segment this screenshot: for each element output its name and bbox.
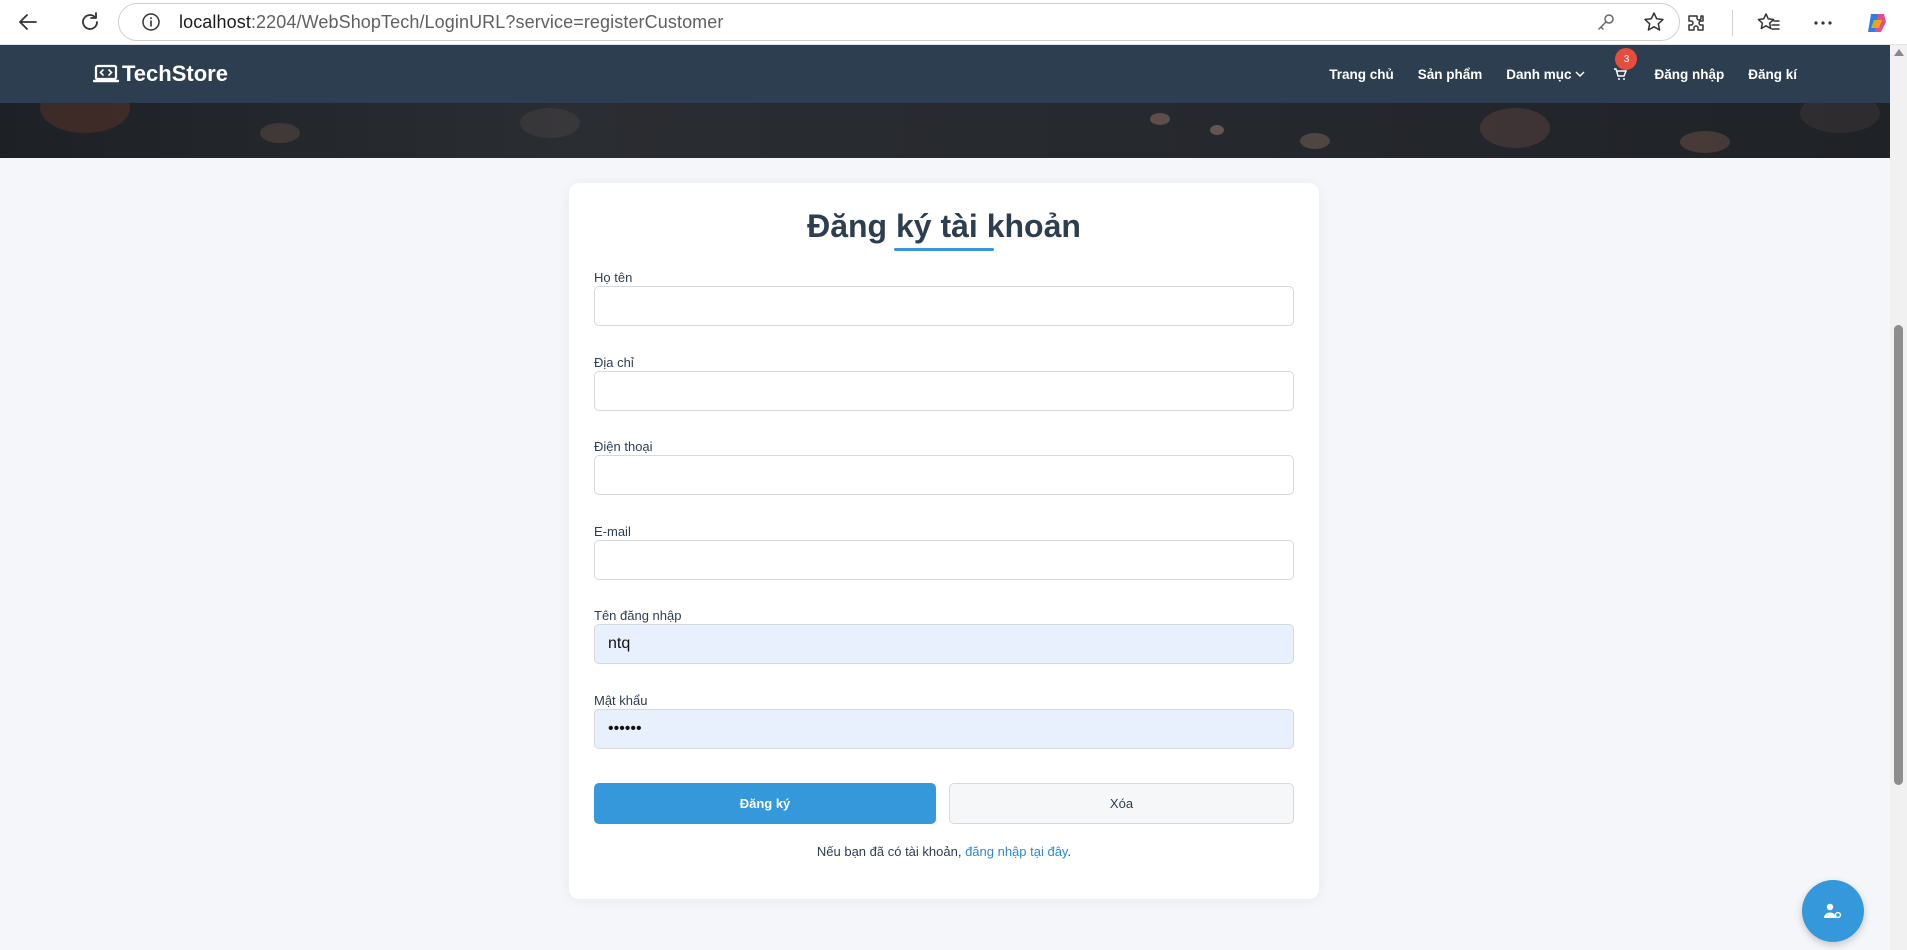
cart-count-badge: 3 [1615,48,1638,70]
extensions-icon[interactable] [1678,5,1714,41]
chevron-down-icon [1575,71,1586,78]
login-note-end: . [1067,844,1072,859]
hero-banner [0,103,1890,158]
password-label: Mật khẩu [594,693,648,708]
password-input[interactable] [594,709,1294,749]
address-input[interactable] [594,371,1294,411]
email-group: E-mail [594,524,1294,580]
username-group: Tên đăng nhập [594,608,1294,664]
brand-logo[interactable]: TechStore [93,61,228,87]
browser-toolbar: localhost:2204/WebShopTech/LoginURL?serv… [0,0,1907,45]
page-title: Đăng ký tài khoản [807,208,1081,244]
nav-login[interactable]: Đăng nhập [1654,67,1724,82]
password-group: Mật khẩu [594,693,1294,749]
email-label: E-mail [594,524,631,539]
nav-categories-dropdown[interactable]: Danh mục [1506,67,1586,82]
address-group: Địa chỉ [594,355,1294,411]
cart-button[interactable]: 3 [1610,48,1638,84]
back-icon[interactable] [8,2,48,42]
favorites-icon[interactable] [1751,5,1787,41]
phone-group: Điện thoại [594,439,1294,495]
login-note-text: Nếu bạn đã có tài khoản, [816,844,966,859]
fullname-input[interactable] [594,286,1294,326]
fullname-group: Họ tên [594,270,1294,326]
phone-label: Điện thoại [594,439,653,454]
brand-name: TechStore [122,61,228,86]
page-scrollbar[interactable] [1890,45,1907,950]
register-card: Đăng ký tài khoản Họ tên Địa chỉ Điện th… [569,183,1319,899]
scroll-thumb[interactable] [1894,325,1903,785]
site-navbar: TechStore Trang chủ Sản phẩm Danh mục 3 … [0,45,1890,103]
title-underline [894,248,994,251]
url-text: localhost:2204/WebShopTech/LoginURL?serv… [179,11,724,32]
email-input[interactable] [594,540,1294,580]
main-menu: Trang chủ Sản phẩm Danh mục 3 Đăng nhập … [1329,45,1797,103]
favorite-star-icon[interactable] [1643,11,1665,38]
copilot-icon[interactable] [1859,5,1895,41]
floating-user-button[interactable] [1802,880,1864,942]
more-options-icon[interactable] [1805,5,1841,41]
login-link[interactable]: đăng nhập tại đây [965,844,1067,859]
key-icon[interactable] [1595,11,1617,38]
laptop-code-icon [93,64,119,83]
nav-home[interactable]: Trang chủ [1329,67,1394,82]
username-input[interactable] [594,624,1294,664]
clear-button[interactable]: Xóa [949,783,1294,824]
nav-register[interactable]: Đăng kí [1748,67,1797,82]
fullname-label: Họ tên [594,270,633,285]
nav-categories-label: Danh mục [1506,66,1572,82]
username-label: Tên đăng nhập [594,608,682,623]
login-note: Nếu bạn đã có tài khoản, đăng nhập tại đ… [569,844,1319,859]
scroll-up-icon[interactable] [1894,49,1904,56]
register-button[interactable]: Đăng ký [594,783,936,824]
phone-input[interactable] [594,455,1294,495]
reload-icon[interactable] [70,2,110,42]
info-icon[interactable] [141,12,161,32]
address-bar[interactable]: localhost:2204/WebShopTech/LoginURL?serv… [118,3,1680,41]
toolbar-divider [1732,9,1733,36]
user-cog-icon [1824,903,1842,919]
nav-products[interactable]: Sản phẩm [1418,67,1483,82]
address-label: Địa chỉ [594,355,634,370]
